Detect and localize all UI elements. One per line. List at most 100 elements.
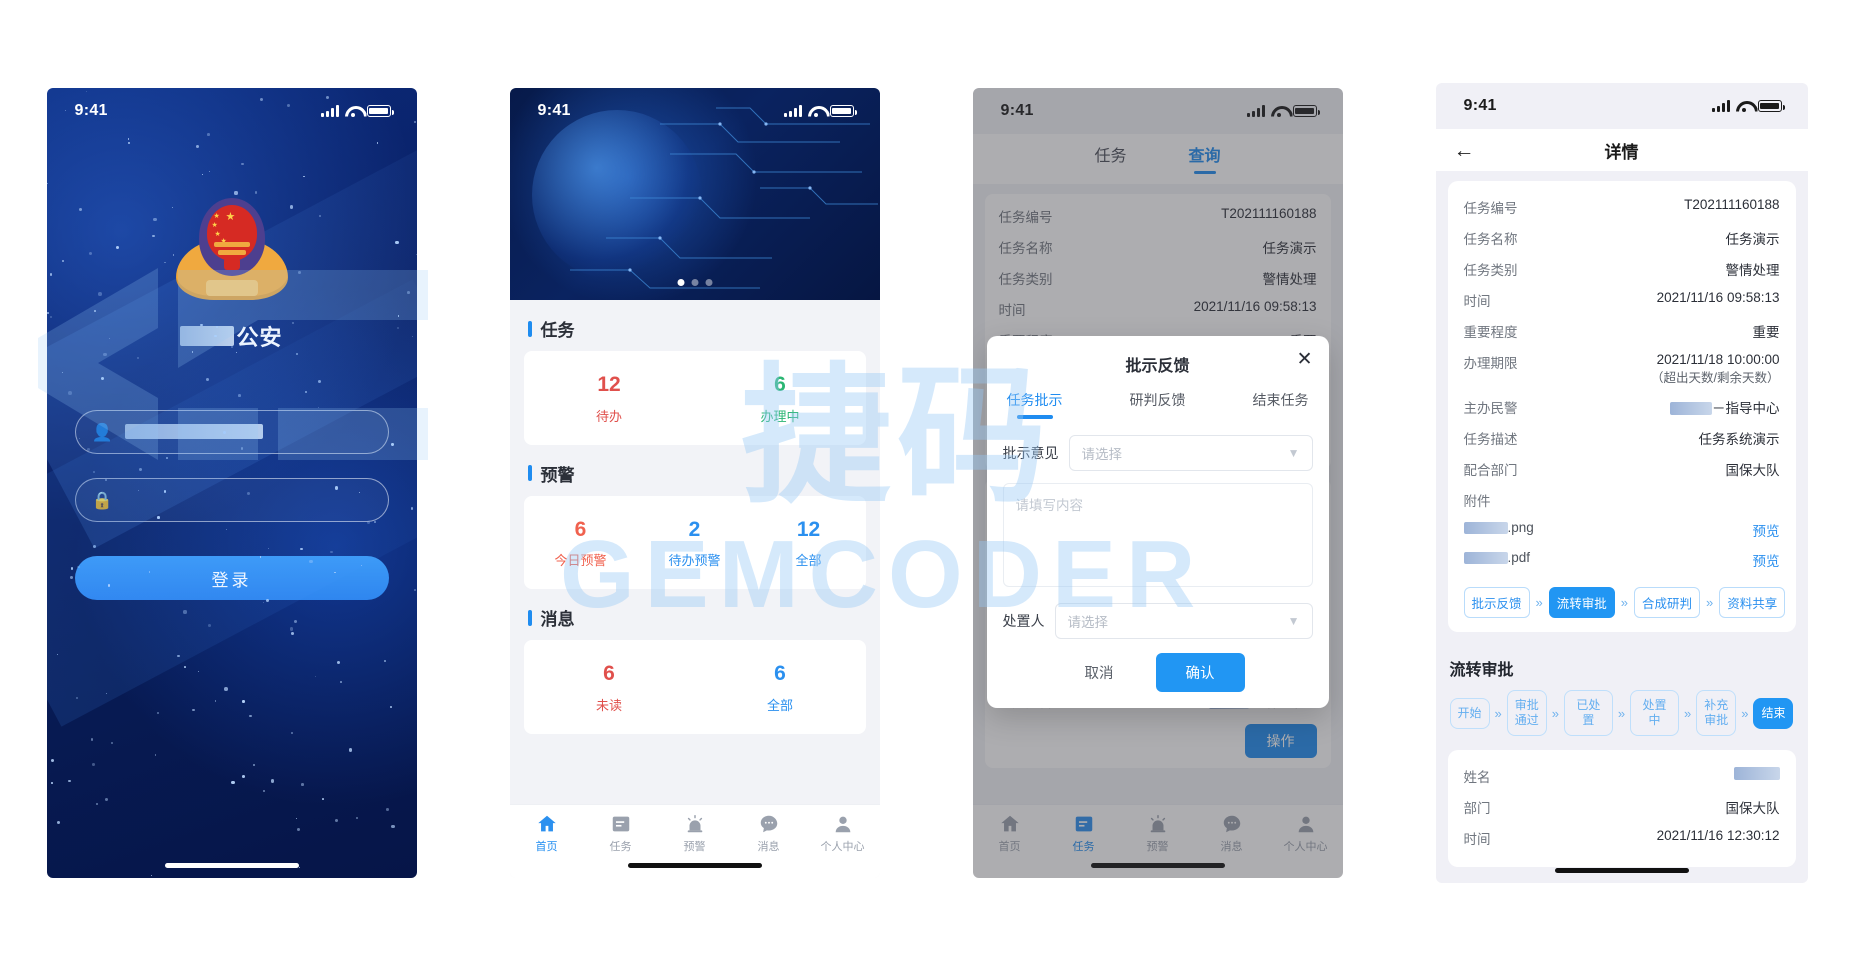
stat-item[interactable]: 6 全部	[695, 658, 866, 714]
attachment-row: .pdf 预览	[1463, 545, 1780, 575]
modal-tab-end-task[interactable]: 结束任务	[1253, 390, 1309, 419]
phone-query-modal-screen: 9:41 任务 查询 任务编号 T202111160188 任务名称 任务演示 任务…	[972, 88, 1343, 878]
status-icons	[783, 105, 857, 117]
field-row: 重要程度 重要	[1464, 315, 1780, 346]
chip-separator: »	[1535, 595, 1543, 610]
chip-joint-analysis[interactable]: 合成研判	[1634, 587, 1701, 618]
stat-number: 6	[774, 373, 786, 396]
status-icons	[320, 105, 394, 117]
phone-login-screen: 9:41 ★ ★ ★ ★ ★ 公安 �	[46, 88, 417, 878]
stat-item[interactable]: 6 未读	[524, 658, 695, 714]
attachment-row: .png 预览	[1463, 515, 1780, 545]
chip-separator: »	[1620, 595, 1628, 610]
tab-label: 预警	[683, 841, 706, 853]
lock-icon: 🔒	[91, 490, 113, 510]
stat-item[interactable]: 2 待办预警	[638, 514, 752, 570]
field-row: 任务名称 任务演示	[1464, 222, 1780, 253]
opinion-select[interactable]: 请选择 ▼	[1068, 435, 1313, 471]
field-key: 重要程度	[1463, 324, 1518, 340]
police-emblem-icon: ★ ★ ★ ★ ★	[175, 192, 288, 304]
stat-number: 12	[796, 517, 821, 541]
login-button[interactable]: 登录	[74, 556, 389, 600]
attachment-name-redaction	[1463, 552, 1508, 565]
chip-transfer-approval[interactable]: 流转审批	[1548, 587, 1615, 618]
workflow-chips: 批示反馈 » 流转审批 » 合成研判 » 资料共享	[1463, 587, 1786, 618]
flow-node-start[interactable]: 开始	[1449, 697, 1490, 729]
username-field[interactable]: 👤	[74, 410, 389, 454]
detail-fields-panel: 任务编号 T202111160188 任务名称 任务演示 任务类别 警情处理 时间 20…	[1447, 181, 1796, 632]
phone-detail-screen: 9:41 ← 详情 任务编号 T202111160188 任务名称 任务演示 任务类…	[1435, 83, 1808, 883]
stat-number: 6	[774, 662, 786, 685]
field-value	[1733, 766, 1780, 781]
stat-label: 今日预警	[554, 553, 607, 568]
status-bar: 9:41	[510, 88, 880, 134]
person-icon: 👤	[91, 422, 113, 442]
login-form: 👤 🔒	[74, 410, 389, 522]
stat-label: 待办	[595, 408, 622, 424]
app-title: 公安	[47, 320, 417, 352]
phone-home-screen: 9:41 任务 12 待办 6 办理中 预警 6 今日预警 2 待办预警 12 …	[509, 88, 880, 878]
screenshot-stage: 9:41 ★ ★ ★ ★ ★ 公安 �	[0, 0, 1854, 966]
field-row: 任务类别 警情处理	[1464, 253, 1780, 284]
flow-node-approved[interactable]: 审批 通过	[1506, 690, 1547, 736]
attachment-label: 附件	[1463, 493, 1491, 509]
stat-number: 6	[574, 517, 587, 541]
carousel-dots[interactable]	[677, 279, 712, 286]
username-value	[124, 423, 372, 441]
modal-tab-task-instruction[interactable]: 任务批示	[1007, 390, 1063, 419]
stat-item[interactable]: 12 待办	[524, 369, 695, 425]
tab-label: 个人中心	[820, 841, 865, 853]
stat-label: 办理中	[760, 408, 800, 424]
chip-instruction-feedback[interactable]: 批示反馈	[1463, 587, 1530, 618]
tab-profile[interactable]: 个人中心	[806, 813, 880, 854]
handler-select[interactable]: 请选择 ▼	[1054, 603, 1313, 639]
attachment-name-redaction	[1463, 522, 1508, 535]
close-icon[interactable]: ✕	[1297, 350, 1313, 369]
tab-alerts[interactable]: 预警	[658, 813, 732, 854]
flow-separator: »	[1684, 705, 1692, 721]
tab-messages[interactable]: 消息	[732, 813, 806, 854]
flow-node-handled[interactable]: 已处置	[1563, 690, 1613, 736]
field-value: －指导中心	[1670, 397, 1780, 417]
stat-number: 12	[597, 373, 621, 396]
flow-node-end[interactable]: 结束	[1753, 697, 1794, 729]
flow-node-handling[interactable]: 处置中	[1630, 690, 1680, 736]
tab-tasks[interactable]: 任务	[584, 813, 658, 854]
stats-card-alerts: 6 今日预警 2 待办预警 12 全部	[523, 495, 866, 589]
field-key: 任务类别	[1463, 262, 1518, 278]
stat-item[interactable]: 6 办理中	[695, 369, 866, 425]
preview-link[interactable]: 预览	[1753, 550, 1780, 570]
stat-label: 未读	[595, 697, 622, 713]
alarm-icon	[687, 815, 702, 833]
stat-item[interactable]: 12 全部	[752, 514, 866, 570]
field-key: 姓名	[1463, 769, 1491, 785]
wifi-icon	[345, 105, 361, 117]
attachment-ext: .pdf	[1507, 550, 1531, 565]
content-textarea[interactable]: 请填写内容	[1002, 483, 1313, 587]
confirm-button[interactable]: 确认	[1155, 653, 1245, 692]
modal-tabs: 任务批示 研判反馈 结束任务	[1007, 390, 1309, 419]
signal-icon	[1711, 100, 1730, 112]
tab-label: 任务	[609, 841, 632, 853]
modal-actions: 取消 确认	[1003, 653, 1313, 692]
task-icon	[612, 816, 629, 832]
field-key: 配合部门	[1463, 462, 1518, 478]
flow-node-supplementary-approval[interactable]: 补充 审批	[1696, 690, 1737, 736]
username-redaction	[124, 424, 263, 440]
chip-data-sharing[interactable]: 资料共享	[1719, 587, 1786, 618]
preview-link[interactable]: 预览	[1753, 520, 1780, 540]
stat-number: 2	[688, 517, 701, 541]
status-time: 9:41	[537, 102, 571, 119]
field-value-sub: （超出天数/剩余天数）	[1651, 370, 1780, 385]
field-value: 国保大队	[1725, 462, 1780, 478]
tab-home[interactable]: 首页	[510, 813, 584, 854]
chip-separator: »	[1706, 595, 1714, 610]
stat-item[interactable]: 6 今日预警	[524, 514, 638, 570]
modal-tab-analysis-feedback[interactable]: 研判反馈	[1130, 390, 1186, 419]
cancel-button[interactable]: 取消	[1071, 654, 1128, 691]
password-field[interactable]: 🔒	[74, 478, 389, 522]
chevron-down-icon: ▼	[1287, 446, 1300, 460]
field-value: T202111160188	[1684, 196, 1780, 212]
value-redaction	[1670, 402, 1712, 416]
field-row: 配合部门 国保大队	[1464, 453, 1780, 484]
